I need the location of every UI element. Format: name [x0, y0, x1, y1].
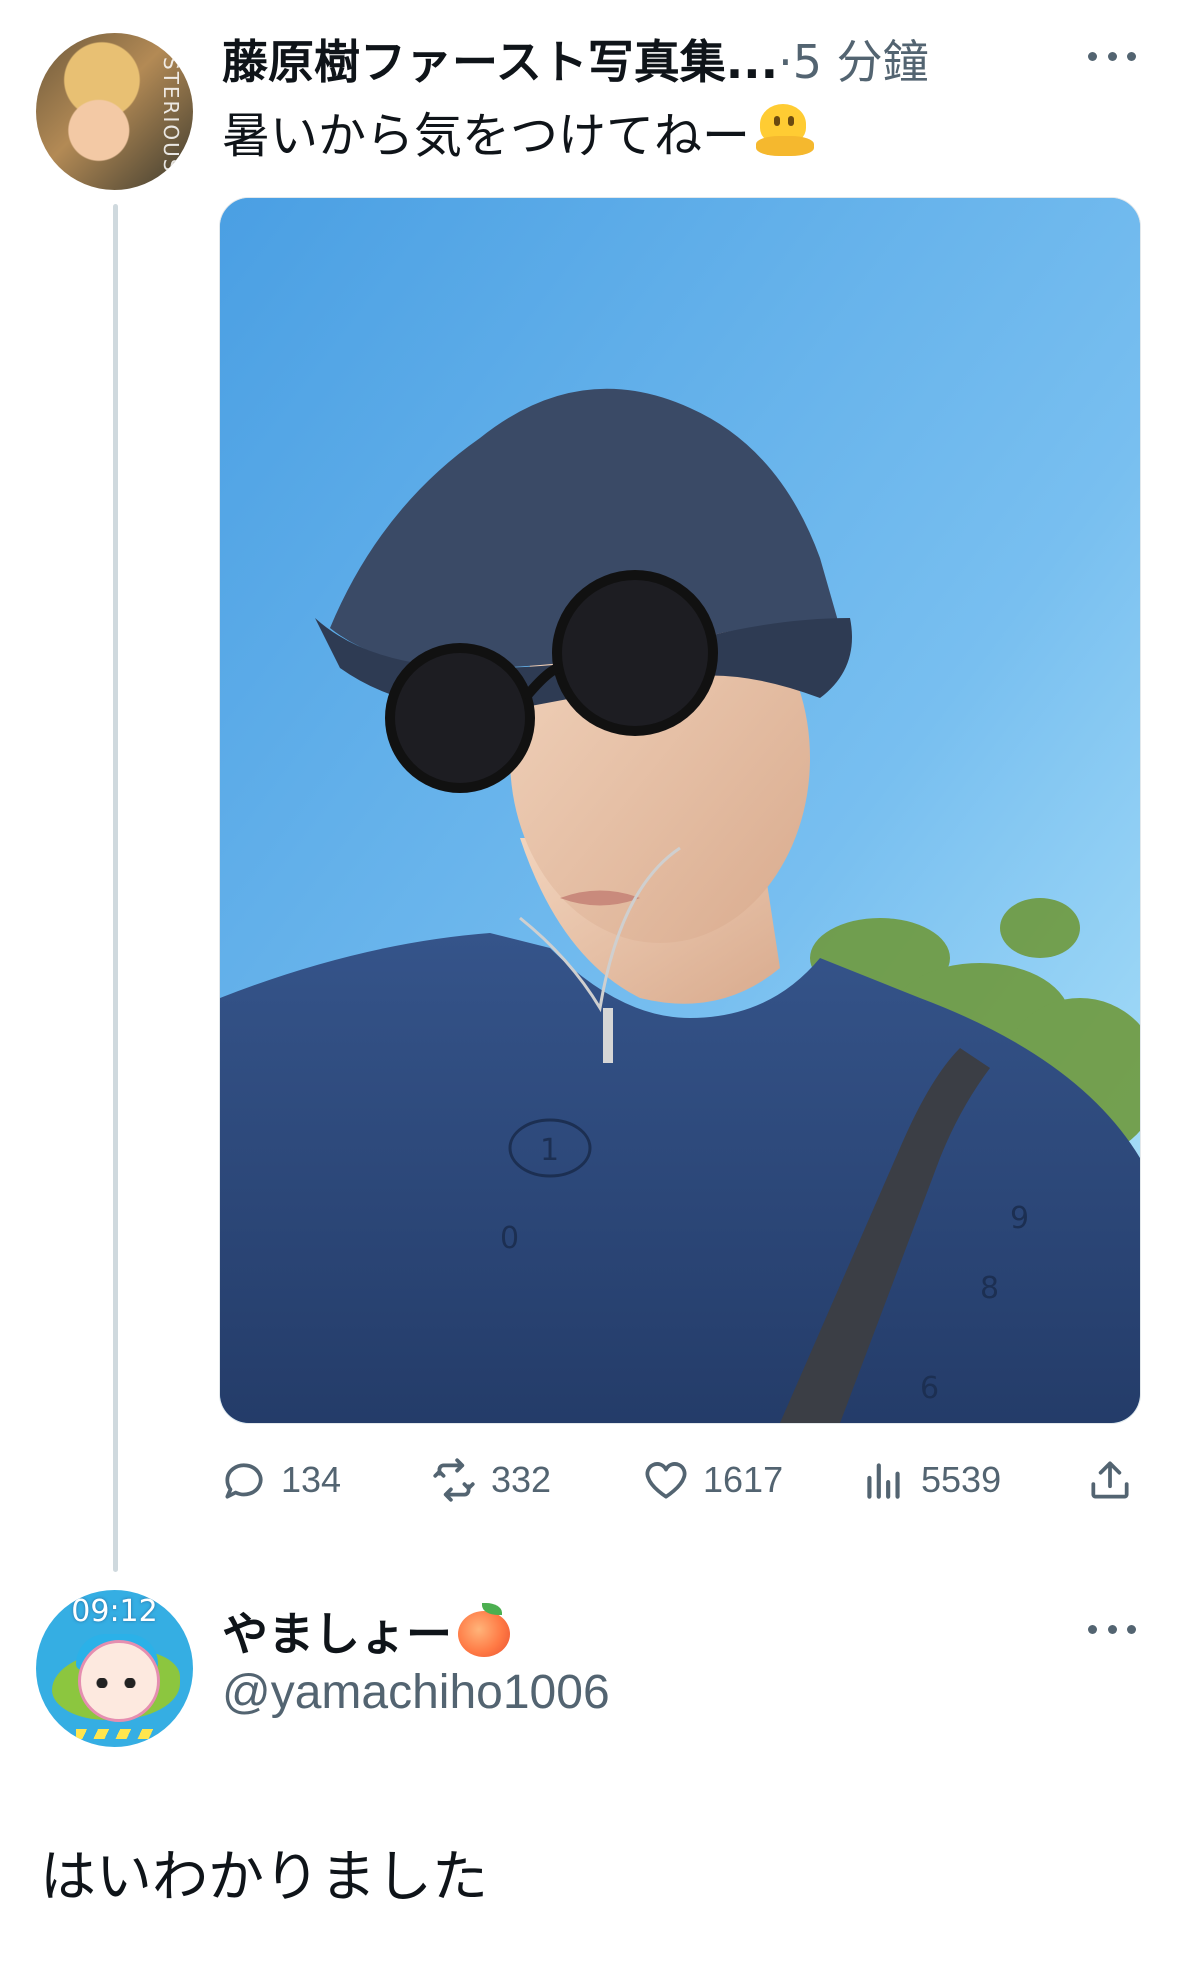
tweet-header: 藤原樹ファースト写真集... · 5 分鐘	[222, 26, 929, 89]
author-display-name[interactable]: 藤原樹ファースト写真集...	[222, 26, 778, 92]
tweet-timestamp[interactable]: 5 分鐘	[793, 26, 929, 92]
reply-button[interactable]: 134	[219, 1448, 341, 1512]
thread-connector-line	[113, 204, 118, 1572]
avatar-overlay-text: STERIOUS	[159, 57, 183, 174]
like-count: 1617	[703, 1459, 784, 1500]
avatar-clock-text: 09:12	[71, 1594, 158, 1629]
tweet-action-bar: 134 332 1617 5539	[219, 1448, 1139, 1512]
share-button[interactable]	[1085, 1448, 1147, 1512]
svg-text:0: 0	[500, 1221, 519, 1256]
svg-text:9: 9	[1010, 1201, 1029, 1236]
views-bar-chart-icon	[867, 1463, 900, 1499]
svg-text:6: 6	[920, 1371, 939, 1406]
author-avatar[interactable]: STERIOUS	[36, 33, 193, 190]
views-count: 5539	[921, 1459, 1002, 1500]
more-options-icon[interactable]	[1088, 48, 1136, 64]
selfie-illustration: 1 0 9 8 6	[220, 198, 1140, 1423]
reply-author-handle[interactable]: @yamachiho1006	[222, 1665, 610, 1720]
reply-author-avatar[interactable]: 09:12	[36, 1590, 193, 1747]
retweet-button[interactable]: 332	[429, 1448, 551, 1512]
retweet-count: 332	[491, 1459, 552, 1500]
reply-text: はいわかりました	[40, 1845, 488, 1910]
views-button[interactable]: 5539	[859, 1448, 1001, 1512]
peach-emoji-icon	[456, 1603, 512, 1659]
reply-author-display-name[interactable]: やましょー	[222, 1598, 452, 1664]
header-separator: ·	[778, 35, 793, 89]
tweet-text: 暑いから気をつけてねー	[222, 96, 815, 166]
svg-text:8: 8	[980, 1271, 999, 1306]
heart-icon	[645, 1462, 687, 1499]
svg-text:1: 1	[540, 1133, 559, 1168]
retweet-icon	[433, 1458, 475, 1502]
reply-count: 134	[281, 1459, 342, 1500]
tweet-photo[interactable]: 1 0 9 8 6	[219, 197, 1141, 1424]
reply-author-name-row: やましょー	[222, 1598, 512, 1664]
like-button[interactable]: 1617	[641, 1448, 783, 1512]
reply-more-options-icon[interactable]	[1088, 1621, 1136, 1637]
reply-bubble-icon	[225, 1463, 263, 1499]
tweet-text-content: 暑いから気をつけてねー	[222, 108, 751, 164]
melting-face-emoji-icon	[756, 102, 815, 160]
share-upload-icon	[1091, 1461, 1129, 1499]
